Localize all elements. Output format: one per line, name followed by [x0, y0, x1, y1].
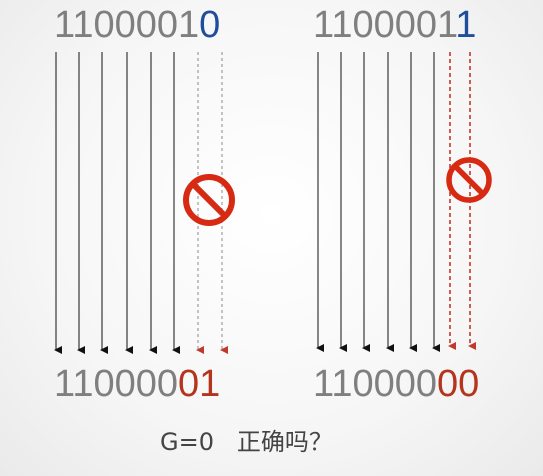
right-input-last-bit: 1 — [455, 4, 476, 46]
right-arrows — [316, 52, 476, 352]
diagram-canvas: 11000010 11000011 11000001 11000000 G=0 … — [54, 4, 492, 456]
no-entry-sign-icon — [446, 157, 492, 203]
left-output-prefix: 110000 — [54, 363, 178, 405]
left-arrows — [54, 52, 228, 354]
left-input-last-bit: 0 — [199, 4, 220, 46]
right-output-tail: 00 — [437, 363, 479, 405]
left-output-tail: 01 — [178, 363, 220, 405]
right-output-bits: 11000000 — [313, 363, 479, 405]
no-entry-sign-icon — [183, 174, 235, 226]
right-input-bits: 11000011 — [313, 4, 476, 46]
left-input-bits: 11000010 — [54, 4, 220, 46]
right-output-prefix: 110000 — [313, 363, 437, 405]
left-input-prefix: 1100001 — [54, 4, 199, 46]
right-input-prefix: 1100001 — [313, 4, 457, 46]
left-output-bits: 11000001 — [54, 363, 220, 405]
question-caption: G=0 正确吗？ — [160, 428, 333, 456]
